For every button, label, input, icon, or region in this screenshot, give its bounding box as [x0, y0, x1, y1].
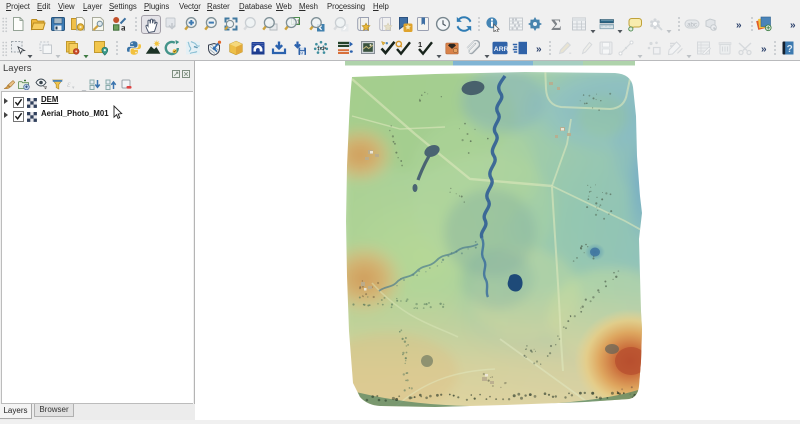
svg-text:?: ?	[787, 44, 793, 55]
svg-text:a: a	[121, 23, 126, 33]
svg-text:▾: ▾	[72, 85, 75, 90]
svg-text:ARR: ARR	[494, 46, 508, 53]
svg-text:ε: ε	[67, 79, 71, 89]
svg-text:Σ: Σ	[551, 17, 561, 32]
svg-text:TCP: TCP	[317, 46, 326, 51]
svg-text:M: M	[300, 51, 303, 55]
svg-text:1: 1	[418, 40, 422, 49]
svg-text:abc: abc	[687, 23, 697, 29]
